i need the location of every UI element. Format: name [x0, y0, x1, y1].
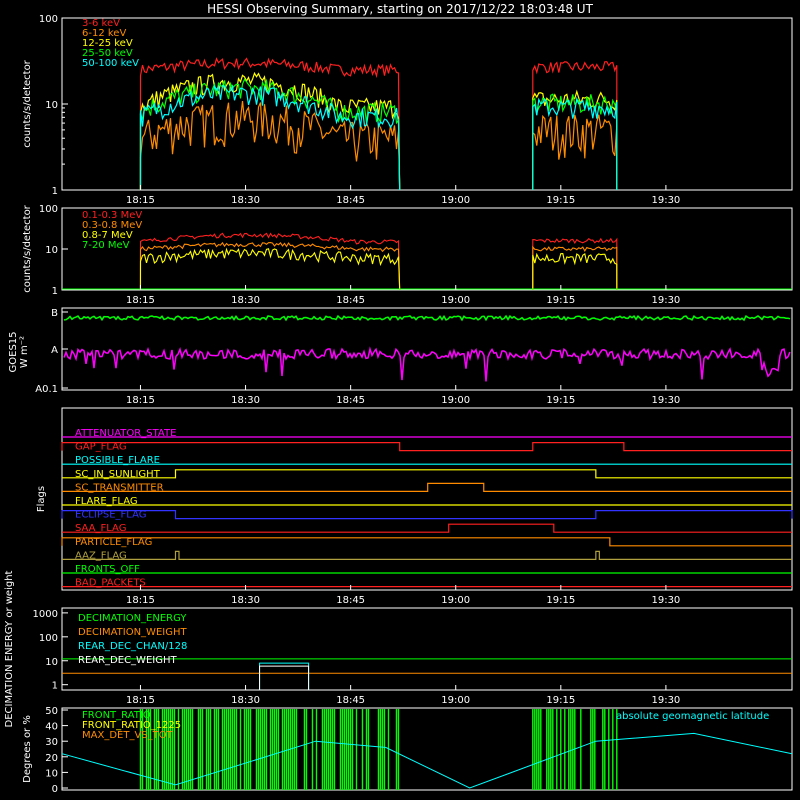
lo-energy-ytick-label: 1: [52, 186, 58, 197]
decimation-xtick-label: 18:15: [126, 695, 155, 706]
hi-energy-ytick-label: 1: [52, 286, 58, 297]
hi-energy-legend-item: 7-20 MeV: [82, 240, 130, 251]
hi-energy-ylabel: counts/s/detector: [22, 204, 33, 292]
goes-ytick-label: A: [51, 345, 58, 356]
decimation-legend-item: DECIMATION_WEIGHT: [78, 627, 187, 638]
decimation-xtick-label: 18:45: [336, 695, 365, 706]
hi-energy-xtick-label: 18:30: [231, 295, 260, 306]
lo-energy-ytick-label: 10: [45, 100, 58, 111]
lo-energy-xtick-label: 18:30: [231, 195, 260, 206]
flags-xtick-label: 18:45: [336, 595, 365, 606]
ratio-ytick-label: 0: [52, 784, 58, 795]
decimation-xtick-label: 19:00: [441, 695, 470, 706]
goes-xtick-label: 18:45: [336, 395, 365, 406]
ratio-ytick-label: 20: [45, 753, 58, 764]
decimation-ytick-label: 1000: [33, 609, 58, 620]
ratio-ytick-label: 40: [45, 722, 58, 733]
hi-energy-xtick-label: 18:15: [126, 295, 155, 306]
ratio-ylabel: Degrees or %: [22, 715, 33, 783]
lo-energy-legend-item: 50-100 keV: [82, 58, 139, 69]
lo-energy-xtick-label: 18:45: [336, 195, 365, 206]
ratio-legend-item: MAX_DET_VS_TOT: [82, 730, 174, 741]
ratio-annotation: absolute geomagnetic latitude: [616, 711, 769, 722]
decimation-legend-item: REAR_DEC_WEIGHT: [78, 655, 177, 666]
flags-label: ECLIPSE_FLAG: [75, 510, 146, 521]
goes-xtick-label: 18:15: [126, 395, 155, 406]
flags-ylabel: Flags: [36, 486, 47, 512]
hi-energy-xtick-label: 19:15: [546, 295, 575, 306]
lo-energy-xtick-label: 19:00: [441, 195, 470, 206]
flags-xtick-label: 19:30: [651, 595, 680, 606]
hi-energy-ytick-label: 100: [39, 204, 58, 215]
hi-energy-xtick-label: 18:45: [336, 295, 365, 306]
flags-xtick-label: 18:30: [231, 595, 260, 606]
decimation-ylabel: DECIMATION ENERGY or weight: [4, 570, 15, 727]
ratio-ytick-label: 10: [45, 768, 58, 779]
lo-energy-xtick-label: 19:30: [651, 195, 680, 206]
hi-energy-xtick-label: 19:30: [651, 295, 680, 306]
page-title: HESSI Observing Summary, starting on 201…: [207, 2, 593, 16]
goes-ytick-label: B: [51, 308, 58, 319]
decimation-ytick-label: 10: [45, 657, 58, 668]
flags-label: PARTICLE_FLAG: [75, 537, 152, 548]
goes-ytick-label: A0.1: [35, 384, 58, 395]
goes-ylabel: GOES15: [8, 331, 19, 372]
flags-xtick-label: 18:15: [126, 595, 155, 606]
hi-energy-xtick-label: 19:00: [441, 295, 470, 306]
decimation-xtick-label: 19:15: [546, 695, 575, 706]
flags-xtick-label: 19:15: [546, 595, 575, 606]
goes-xtick-label: 19:15: [546, 395, 575, 406]
decimation-legend-item: REAR_DEC_CHAN/128: [78, 641, 187, 652]
decimation-ytick-label: 1: [52, 681, 58, 692]
hessi-summary-chart: HESSI Observing Summary, starting on 201…: [0, 0, 800, 800]
decimation-xtick-label: 19:30: [651, 695, 680, 706]
ratio-ytick-label: 30: [45, 737, 58, 748]
ratio-ytick-label: 50: [45, 706, 58, 717]
goes-yunit: W m⁻²: [19, 336, 30, 368]
flags-xtick-label: 19:00: [441, 595, 470, 606]
goes-xtick-label: 19:00: [441, 395, 470, 406]
decimation-ytick-label: 100: [39, 633, 58, 644]
lo-energy-xtick-label: 19:15: [546, 195, 575, 206]
decimation-legend-item: DECIMATION_ENERGY: [78, 613, 187, 624]
lo-energy-xtick-label: 18:15: [126, 195, 155, 206]
hi-energy-ytick-label: 10: [45, 245, 58, 256]
decimation-xtick-label: 18:30: [231, 695, 260, 706]
lo-energy-ytick-label: 100: [39, 14, 58, 25]
goes-xtick-label: 19:30: [651, 395, 680, 406]
goes-xtick-label: 18:30: [231, 395, 260, 406]
lo-energy-ylabel: counts/s/detector: [22, 59, 33, 147]
flags-label: GAP_FLAG: [75, 442, 127, 453]
